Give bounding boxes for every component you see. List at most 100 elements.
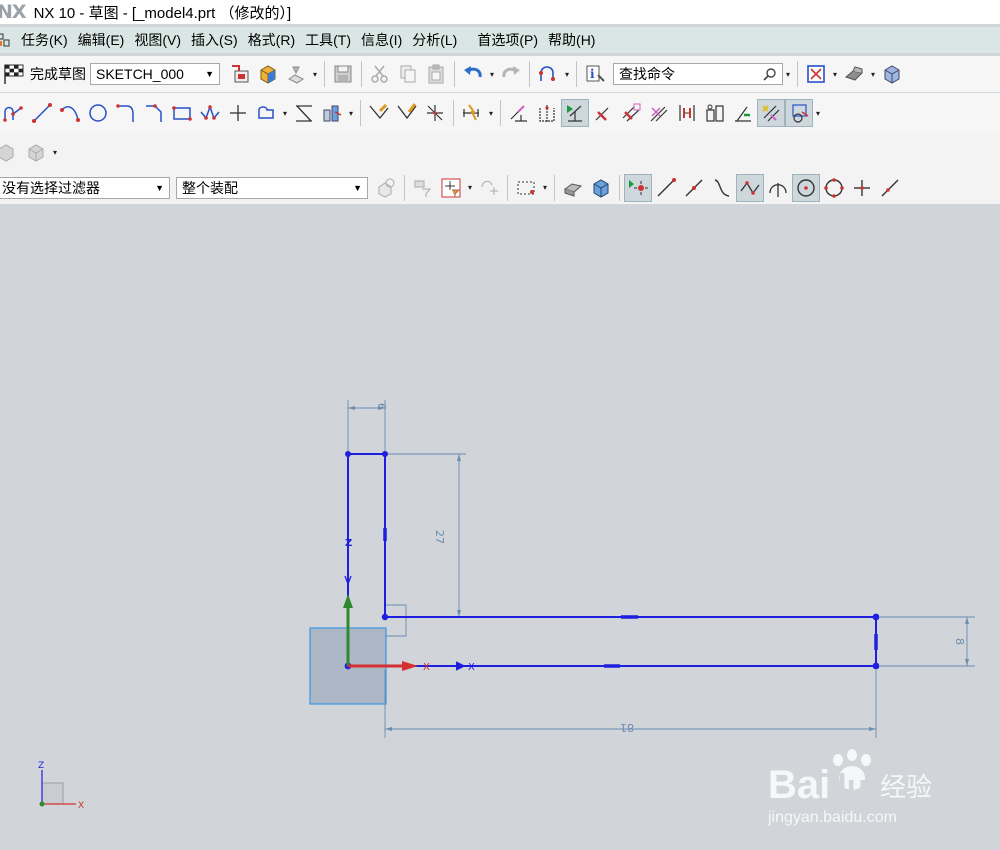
circle-button[interactable]: [84, 99, 112, 127]
sketch-vertices[interactable]: [344, 451, 880, 670]
snap-control-point-button[interactable]: [708, 174, 736, 202]
chevron-down-icon[interactable]: ▾: [830, 70, 840, 79]
menu-help[interactable]: 帮助(H): [543, 30, 600, 50]
orient-view-button[interactable]: [254, 60, 282, 88]
make-corner-button[interactable]: [421, 99, 449, 127]
fillet-button[interactable]: [112, 99, 140, 127]
reattach-button[interactable]: [282, 60, 310, 88]
chevron-down-icon[interactable]: ▾: [346, 109, 356, 118]
alternate-solution-button[interactable]: [701, 99, 729, 127]
snap-quadrant-button[interactable]: [820, 174, 848, 202]
paste-button[interactable]: [422, 60, 450, 88]
auto-dimension-button[interactable]: [617, 99, 645, 127]
pattern-button[interactable]: [318, 99, 346, 127]
toolbar-separator: [554, 174, 555, 201]
general-selection-button[interactable]: [409, 174, 437, 202]
dimension-right-height[interactable]: 8: [953, 638, 966, 645]
snap-arc-center-button[interactable]: [764, 174, 792, 202]
chevron-down-icon[interactable]: ▾: [487, 70, 497, 79]
chevron-down-icon[interactable]: ▾: [562, 70, 572, 79]
menu-info[interactable]: 信息(I): [356, 30, 407, 50]
snap-midpoint-button[interactable]: [680, 174, 708, 202]
info-button[interactable]: i: [581, 60, 609, 88]
offset-curve-button[interactable]: [252, 99, 280, 127]
sketch-name-select[interactable]: SKETCH_000 ▼: [90, 63, 220, 85]
snap-point-button[interactable]: [475, 174, 503, 202]
menu-edit[interactable]: 编辑(E): [73, 30, 130, 50]
trim-button[interactable]: [290, 99, 318, 127]
make-symmetric-button[interactable]: [533, 99, 561, 127]
show-constraints-button[interactable]: [561, 99, 589, 127]
snap-point-on-curve-button[interactable]: [876, 174, 904, 202]
menu-preferences[interactable]: 首选项(P): [472, 30, 543, 50]
chevron-down-icon[interactable]: ▾: [280, 109, 290, 118]
snap-circle-center-button[interactable]: [792, 173, 820, 202]
chevron-down-icon[interactable]: ▾: [50, 148, 60, 157]
chevron-down-icon[interactable]: ▾: [783, 70, 793, 79]
copy-button[interactable]: [394, 60, 422, 88]
chamfer-button[interactable]: [140, 99, 168, 127]
command-search-input[interactable]: 查找命令: [613, 63, 783, 85]
chevron-down-icon[interactable]: ▾: [465, 183, 475, 192]
cut-button[interactable]: [366, 60, 394, 88]
dimension-top-width[interactable]: 6: [375, 403, 388, 410]
chevron-down-icon[interactable]: ▾: [813, 109, 823, 118]
search-icon[interactable]: [763, 67, 777, 81]
graphics-window[interactable]: 6 27 8 81 Z X X Z X Bai du 经验 jingyan.ba…: [0, 205, 1000, 850]
geometric-constraints-button[interactable]: [505, 99, 533, 127]
chevron-down-icon[interactable]: ▾: [540, 183, 550, 192]
continuous-auto-dimension-button[interactable]: [785, 99, 813, 127]
snap-enable-button[interactable]: [624, 173, 652, 202]
type-filter-select[interactable]: 没有选择过滤器 ▼: [0, 176, 170, 199]
create-inferred-constraints-button[interactable]: [757, 99, 785, 127]
rapid-dimension-button[interactable]: [458, 99, 486, 127]
update-model-button[interactable]: [534, 60, 562, 88]
profile-button[interactable]: [0, 99, 28, 127]
menu-tools[interactable]: 工具(T): [300, 30, 356, 50]
select-face-button[interactable]: [559, 174, 587, 202]
sketch-profile[interactable]: [347, 453, 877, 667]
menu-task[interactable]: 任务(K): [16, 30, 73, 50]
x-axis-arrow: [402, 661, 418, 671]
rectangle-button[interactable]: [168, 99, 196, 127]
relations-browser-button[interactable]: [645, 99, 673, 127]
project-curve-button[interactable]: [0, 138, 22, 166]
line-button[interactable]: [28, 99, 56, 127]
intersection-curve-button[interactable]: [22, 138, 50, 166]
redo-button[interactable]: [497, 60, 525, 88]
dimension-bottom-length[interactable]: 81: [620, 721, 634, 734]
sketch-canvas[interactable]: 6 27 8 81 Z X X Z X Bai du 经验 jingyan.ba…: [0, 205, 1000, 850]
polygon-button[interactable]: [196, 99, 224, 127]
convert-reference-button[interactable]: [673, 99, 701, 127]
selection-scope-select[interactable]: 整个装配 ▼: [176, 176, 368, 199]
chevron-down-icon[interactable]: ▾: [486, 109, 496, 118]
inferred-constraints-button[interactable]: [729, 99, 757, 127]
quick-extend-button[interactable]: [393, 99, 421, 127]
point-button[interactable]: [224, 99, 252, 127]
menu-format[interactable]: 格式(R): [243, 30, 300, 50]
finish-sketch-button[interactable]: 完成草图: [2, 63, 90, 85]
orientation-button[interactable]: [878, 60, 906, 88]
snap-existing-point-button[interactable]: [848, 174, 876, 202]
menu-insert[interactable]: 插入(S): [186, 30, 243, 50]
rectangle-select-button[interactable]: [512, 174, 540, 202]
snap-intersection-button[interactable]: [736, 173, 764, 202]
fit-view-button[interactable]: [802, 60, 830, 88]
save-button[interactable]: [329, 60, 357, 88]
undo-button[interactable]: [459, 60, 487, 88]
chevron-down-icon[interactable]: ▾: [310, 70, 320, 79]
chevron-down-icon[interactable]: ▾: [868, 70, 878, 79]
app-menu-icon[interactable]: [0, 32, 10, 48]
quick-trim-button[interactable]: [365, 99, 393, 127]
assembly-filter-button[interactable]: [372, 174, 400, 202]
auto-constrain-button[interactable]: [589, 99, 617, 127]
select-body-button[interactable]: [587, 174, 615, 202]
arc-button[interactable]: [56, 99, 84, 127]
sketch-settings-button[interactable]: [226, 60, 254, 88]
render-style-button[interactable]: [840, 60, 868, 88]
menu-analysis[interactable]: 分析(L): [407, 30, 462, 50]
menu-view[interactable]: 视图(V): [129, 30, 186, 50]
dimension-vertical-height[interactable]: 27: [433, 530, 446, 544]
selection-intent-button[interactable]: [437, 174, 465, 202]
snap-endpoint-button[interactable]: [652, 174, 680, 202]
